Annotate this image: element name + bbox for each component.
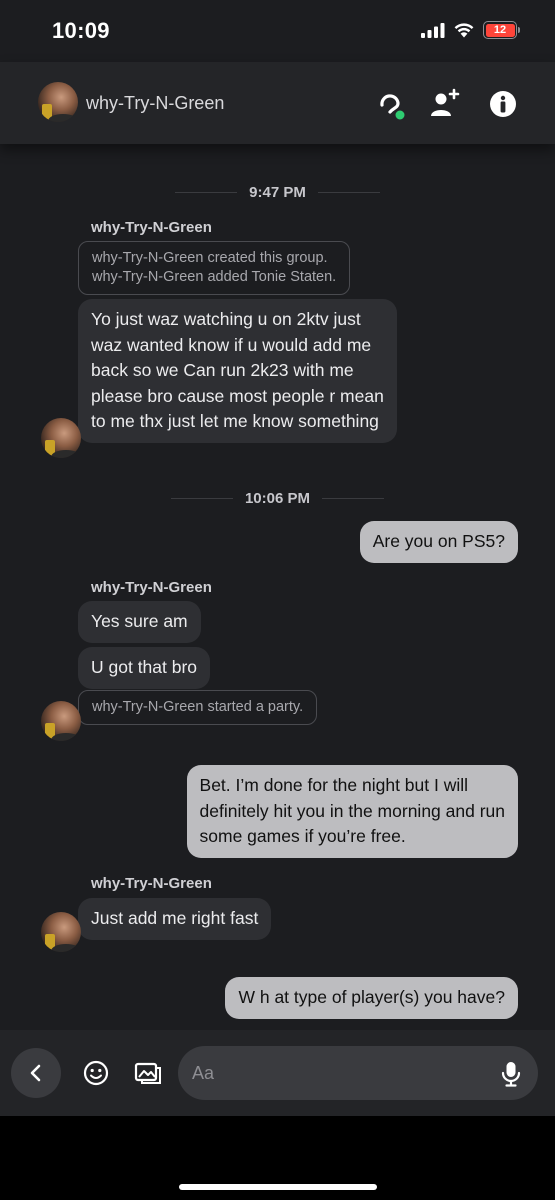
emoji-icon	[83, 1060, 109, 1086]
time-divider: 9:47 PM	[0, 184, 555, 201]
sender-avatar[interactable]	[41, 418, 81, 458]
message-line: waz wanted know if u would add me	[91, 334, 372, 355]
sender-name: why-Try-N-Green	[91, 875, 212, 892]
incoming-message[interactable]: Yes sure am	[78, 601, 201, 643]
sender-avatar[interactable]	[41, 912, 81, 952]
image-icon	[134, 1062, 161, 1084]
add-friend-button[interactable]	[424, 84, 464, 124]
message-line: back so we Can run 2k23 with me	[91, 360, 354, 380]
microphone-button[interactable]	[500, 1060, 522, 1093]
headset-icon	[380, 94, 407, 121]
back-button[interactable]	[11, 1048, 61, 1098]
signal-icon	[421, 23, 445, 38]
sender-name: why-Try-N-Green	[91, 219, 212, 236]
message-line: definitely hit you in the morning and ru…	[199, 800, 505, 821]
message-list[interactable]: 9:47 PM why-Try-N-Green why-Try-N-Green …	[0, 144, 555, 1030]
message-input-placeholder: Aa	[192, 1063, 215, 1083]
battery-level: 12	[485, 23, 515, 37]
add-friend-icon	[431, 88, 460, 116]
message-line: Bet. I’m done for the night but I will	[199, 775, 469, 795]
system-message: why-Try-N-Green created this group. why-…	[78, 241, 351, 295]
online-status-dot	[393, 108, 407, 121]
system-message: why-Try-N-Green started a party.	[78, 690, 318, 725]
image-button[interactable]	[133, 1058, 163, 1088]
status-bar: 10:09 12	[0, 0, 555, 62]
back-chevron-icon	[30, 1064, 41, 1082]
voice-party-button[interactable]	[370, 84, 410, 124]
time-divider-label: 10:06 PM	[244, 490, 311, 507]
message-line: Yo just waz watching u on 2ktv just	[91, 309, 361, 329]
sender-name: why-Try-N-Green	[91, 579, 212, 596]
outgoing-message[interactable]: Bet. I’m done for the night but I will d…	[186, 765, 518, 858]
time-divider: 10:06 PM	[0, 490, 555, 507]
wifi-icon	[454, 23, 474, 38]
microphone-icon	[501, 1062, 521, 1087]
message-line: some games if you’re free.	[199, 826, 406, 846]
composer-bar: Aa	[0, 1030, 555, 1116]
info-icon	[490, 91, 516, 117]
status-icons: 12	[421, 21, 520, 39]
time-divider-label: 9:47 PM	[249, 184, 306, 201]
system-message-line: why-Try-N-Green added Tonie Staten.	[92, 269, 337, 285]
home-indicator[interactable]	[179, 1184, 377, 1190]
incoming-message[interactable]: Yo just waz watching u on 2ktv just waz …	[78, 299, 397, 443]
group-avatar[interactable]	[38, 82, 78, 122]
status-time: 10:09	[52, 18, 110, 43]
incoming-message[interactable]: U got that bro	[78, 647, 211, 689]
incoming-message[interactable]: Just add me right fast	[78, 898, 272, 940]
message-line: to me thx just let me know something	[91, 411, 379, 431]
chat-title[interactable]: why-Try-N-Green	[86, 93, 224, 114]
chat-header: why-Try-N-Green	[0, 62, 555, 144]
sender-avatar[interactable]	[41, 701, 81, 741]
system-message-line: why-Try-N-Green created this group.	[92, 250, 328, 266]
message-line: please bro cause most people r mean	[91, 385, 384, 406]
message-input[interactable]: Aa	[178, 1046, 538, 1100]
emoji-button[interactable]	[81, 1058, 111, 1088]
outgoing-message[interactable]: W h at type of player(s) you have?	[225, 977, 518, 1019]
battery-icon: 12	[483, 21, 520, 39]
group-info-button[interactable]	[483, 84, 523, 124]
home-area	[0, 1116, 555, 1200]
outgoing-message[interactable]: Are you on PS5?	[359, 521, 518, 563]
